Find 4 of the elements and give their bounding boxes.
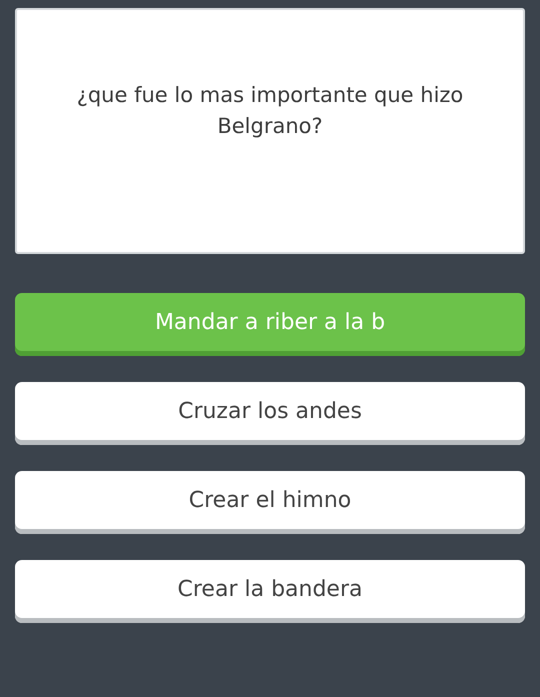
- answer-button[interactable]: Crear la bandera: [15, 560, 525, 623]
- answer-button[interactable]: Cruzar los andes: [15, 382, 525, 445]
- question-text: ¿que fue lo mas importante que hizo Belgrano?: [76, 82, 464, 140]
- answer-button[interactable]: Crear el himno: [15, 471, 525, 534]
